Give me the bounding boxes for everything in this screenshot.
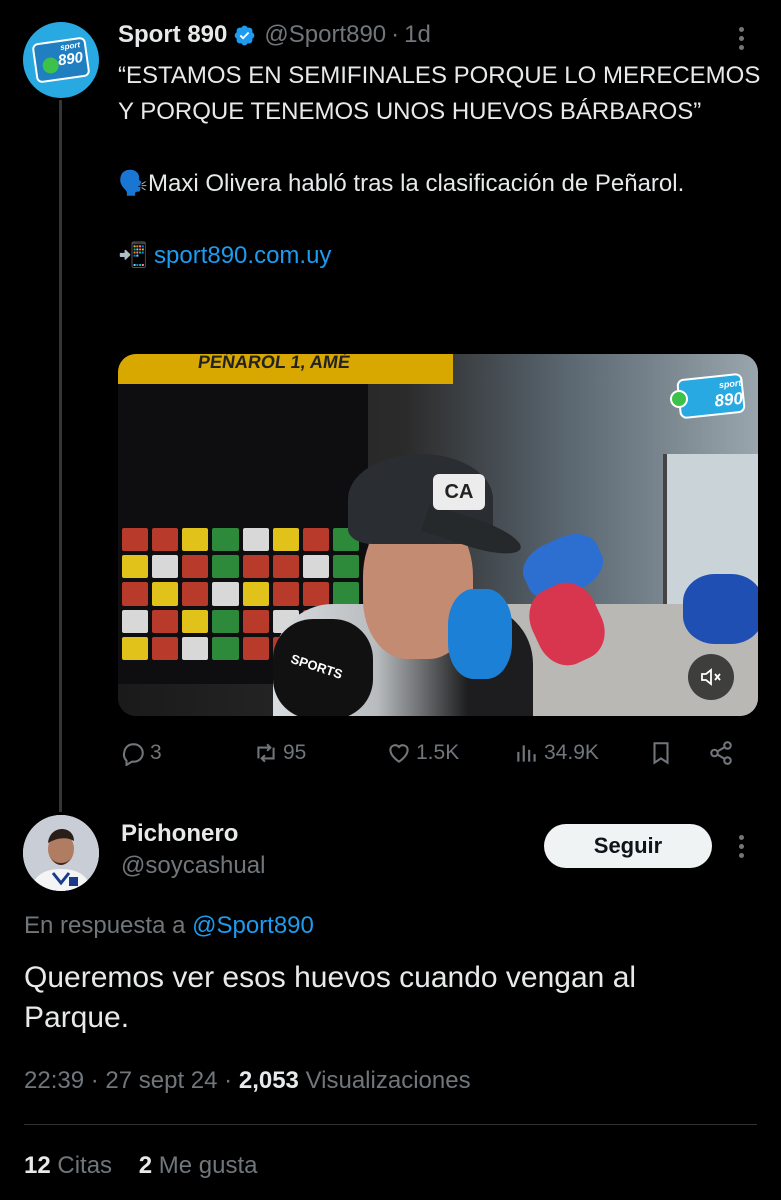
sport890-logo-icon: sport 890: [31, 36, 91, 84]
reply-more-options-icon[interactable]: [730, 832, 752, 860]
quotes-link[interactable]: 12 Citas: [24, 1152, 112, 1179]
thread-connector-line: [59, 100, 62, 812]
heart-icon: [389, 744, 409, 763]
stadium-sign: PEÑAROL 1, AMÉ: [118, 354, 453, 384]
tweet-text: “ESTAMOS EN SEMIFINALES PORQUE LO MERECE…: [118, 58, 763, 274]
speaking-head-icon: 🗣️: [118, 170, 148, 197]
separator-dot: ·: [391, 21, 400, 48]
likes-link[interactable]: 2 Me gusta: [139, 1152, 258, 1179]
reply-author-avatar[interactable]: [23, 815, 99, 891]
like-button[interactable]: 1.5K: [386, 733, 459, 773]
repost-icon: [257, 743, 275, 763]
author-avatar[interactable]: sport 890: [23, 22, 99, 98]
divider: [24, 1124, 757, 1125]
repost-count: 95: [283, 741, 307, 764]
author-handle[interactable]: @Sport890: [264, 21, 386, 49]
reply-stats: 12 Citas 2 Me gusta: [24, 1152, 257, 1180]
reply-time[interactable]: 22:39: [24, 1067, 84, 1094]
tweet-actions: 3 95 1.5K 34.9K: [118, 733, 758, 773]
mute-icon[interactable]: [688, 654, 734, 700]
follow-button[interactable]: Seguir: [544, 824, 712, 868]
views-chart-icon: [517, 745, 536, 762]
tweet-quote-line: “ESTAMOS EN SEMIFINALES PORQUE LO MERECE…: [118, 62, 767, 125]
tweet-line-2: Maxi Olivera habló tras la clasificación…: [148, 170, 685, 197]
repost-button[interactable]: 95: [253, 733, 306, 773]
bookmark-button[interactable]: [648, 733, 678, 773]
tweet-video[interactable]: PEÑAROL 1, AMÉ CA SPORTS sport 890: [118, 354, 758, 716]
sport890-watermark-icon: sport 890: [668, 372, 746, 420]
share-icon: [710, 741, 732, 765]
phone-arrow-icon: 📲: [118, 242, 148, 269]
reply-author-name[interactable]: Pichonero: [121, 820, 238, 848]
reply-text: Queremos ver esos huevos cuando vengan a…: [24, 961, 637, 1034]
share-button[interactable]: [708, 733, 738, 773]
reply-meta: 22:39 · 27 sept 24 · 2,053 Visualizacion…: [24, 1067, 471, 1094]
reply-icon: [122, 743, 144, 766]
replying-to: En respuesta a @Sport890: [24, 912, 314, 940]
verified-badge-icon: [235, 25, 255, 45]
player-avatar-icon: [23, 815, 99, 891]
reply-views-count: 2,053: [238, 1067, 299, 1094]
reply-author-handle[interactable]: @soycashual: [121, 852, 265, 880]
reply-button[interactable]: 3: [120, 733, 162, 773]
more-options-icon[interactable]: [730, 24, 752, 52]
replying-to-handle[interactable]: @Sport890: [192, 912, 314, 939]
author-name[interactable]: Sport 890: [118, 21, 227, 49]
bookmark-icon: [653, 742, 669, 765]
reply-views-label: Visualizaciones: [305, 1067, 471, 1094]
tweet-time[interactable]: 1d: [404, 21, 431, 49]
reply-date[interactable]: 27 sept 24: [105, 1067, 217, 1094]
tweet-header: Sport 890 @Sport890 · 1d: [118, 20, 431, 50]
tweet-link[interactable]: sport890.com.uy: [154, 242, 331, 269]
like-count: 1.5K: [416, 741, 460, 764]
views-button[interactable]: 34.9K: [514, 733, 599, 773]
view-count: 34.9K: [544, 741, 599, 764]
reply-count: 3: [150, 741, 162, 764]
replying-prefix: En respuesta a: [24, 912, 186, 939]
